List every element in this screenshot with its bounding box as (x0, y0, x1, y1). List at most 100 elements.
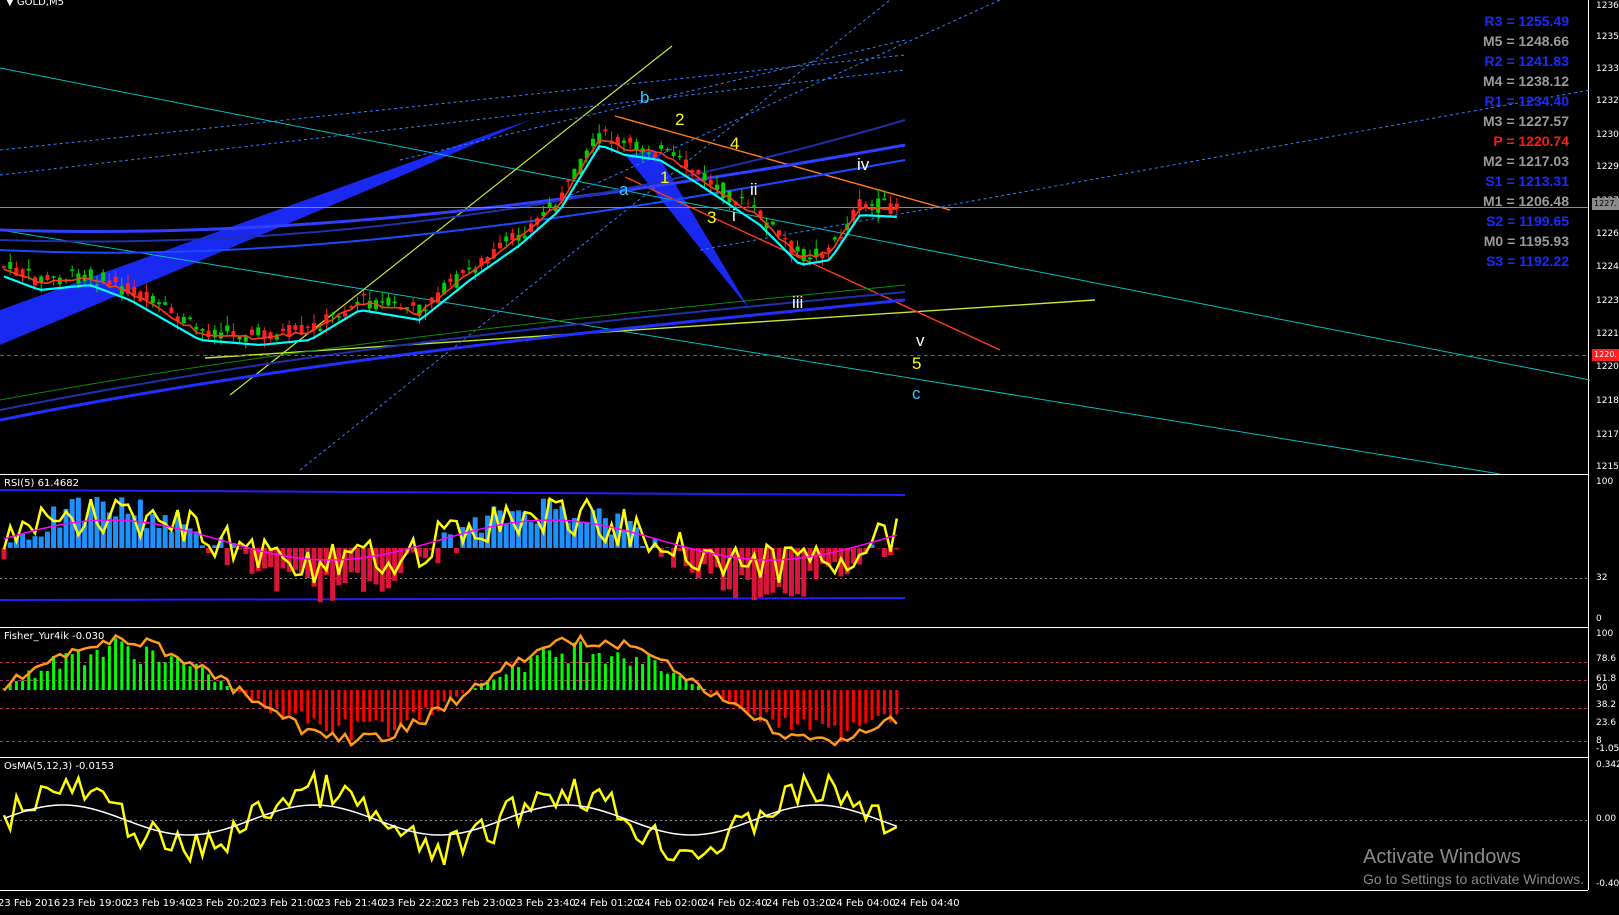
candle (250, 326, 254, 335)
rsi-bar (441, 532, 447, 548)
candle (671, 145, 676, 158)
fisher-bar (374, 690, 378, 721)
fisher-bar (603, 663, 607, 690)
fisher-bar (300, 690, 304, 712)
pivot-label: M4 = 1238.12 (1482, 73, 1569, 89)
fisher-bar (610, 656, 614, 690)
fisher-bar (207, 674, 211, 690)
fisher-bar (200, 667, 204, 690)
candle (64, 278, 68, 284)
fisher-bar (101, 656, 105, 690)
fisher-bar (145, 646, 149, 690)
fisher-tick-label: 100 (1596, 629, 1614, 639)
fisher-tick-label: 50 (1596, 683, 1608, 693)
red-level-badge: 1220. (1592, 349, 1619, 361)
wave-label: c (912, 384, 921, 403)
rsi-bar (125, 513, 131, 548)
fisher-bar (622, 658, 626, 690)
fisher-bar (114, 638, 118, 690)
candle (398, 303, 403, 311)
price-pane[interactable] (0, 0, 1591, 475)
fisher-bar (386, 690, 390, 738)
time-tick-label: 24 Feb 01:20 (574, 898, 640, 909)
fisher-bar (312, 690, 316, 719)
candle (287, 320, 292, 342)
rsi-pane[interactable] (0, 489, 1588, 603)
candle (281, 323, 285, 335)
time-tick-label: 23 Feb 19:40 (126, 898, 192, 909)
fisher-levels (0, 662, 1588, 742)
rsi-bar (199, 545, 205, 548)
rsi-bar (144, 528, 150, 548)
fisher-bar (535, 655, 539, 690)
osma-pane[interactable] (0, 769, 1588, 866)
fisher-bar (541, 646, 545, 690)
fisher-pane[interactable] (0, 633, 1588, 747)
fisher-bar (176, 657, 180, 690)
candle (460, 268, 465, 277)
fisher-bar (665, 673, 669, 690)
candle (832, 235, 837, 243)
chart-canvas[interactable] (0, 0, 1619, 915)
wave-label: i (732, 206, 736, 225)
wave-label: iii (792, 293, 804, 312)
rsi-bar (609, 534, 615, 548)
fisher-bar (851, 690, 855, 723)
rsi-bar (7, 542, 13, 548)
candle (225, 315, 230, 337)
price-tick-label: 1215. (1596, 462, 1619, 472)
fisher-bar (324, 690, 328, 732)
candle (888, 195, 893, 215)
fisher-bar (579, 641, 583, 690)
fisher-bar (882, 690, 886, 715)
fisher-bar (287, 690, 291, 715)
fisher-title: Fisher_Yur4ik -0.030 (4, 631, 105, 642)
fisher-bar (337, 690, 341, 726)
rsi-bar (150, 514, 156, 548)
candle (138, 289, 143, 302)
rsi-bar (156, 527, 162, 548)
rsi-bar (57, 527, 63, 548)
candle (312, 314, 316, 340)
fisher-bar (355, 690, 359, 722)
fisher-bar (517, 667, 521, 690)
rsi-bar (26, 539, 32, 548)
rsi-bar (168, 531, 174, 548)
candle (231, 323, 236, 342)
fisher-bar (498, 676, 502, 690)
fisher-bar (14, 681, 18, 690)
candle (894, 198, 899, 214)
price-tick-label: 1230. (1596, 130, 1619, 140)
fisher-bar (70, 654, 74, 690)
rsi-bar (788, 548, 794, 597)
rsi-bar (832, 548, 838, 563)
candle (386, 292, 391, 307)
pivot-label: R1 = 1234.40 (1484, 93, 1569, 109)
fisher-bar (157, 661, 161, 690)
fisher-bar (21, 680, 25, 690)
fisher-bar (442, 690, 446, 702)
fisher-bar (783, 690, 787, 719)
time-tick-label: 23 Feb 21:40 (318, 898, 384, 909)
osma-tick-label: 0.00 (1596, 814, 1617, 824)
candle (436, 286, 440, 305)
fisher-bar (740, 690, 744, 707)
fisher-bar (895, 690, 899, 715)
time-tick-label: 24 Feb 02:00 (638, 898, 704, 909)
fisher-bar (839, 690, 843, 742)
fisher-bar (672, 672, 676, 690)
fisher-bar (188, 666, 192, 690)
fisher-bar (659, 671, 663, 690)
fisher-bar (95, 649, 99, 690)
fisher-bar (690, 684, 694, 690)
fisher-bar (293, 690, 297, 714)
candle (157, 299, 161, 313)
fisher-bar (169, 656, 173, 690)
candle (684, 151, 688, 178)
rsi-bar (1, 548, 7, 560)
time-tick-label: 24 Feb 02:40 (702, 898, 768, 909)
wave-label: 1 (660, 168, 670, 187)
pivot-label: M3 = 1227.57 (1482, 113, 1569, 129)
osma-tick-label: -0.401 (1596, 879, 1619, 889)
rsi-bar (553, 509, 559, 548)
